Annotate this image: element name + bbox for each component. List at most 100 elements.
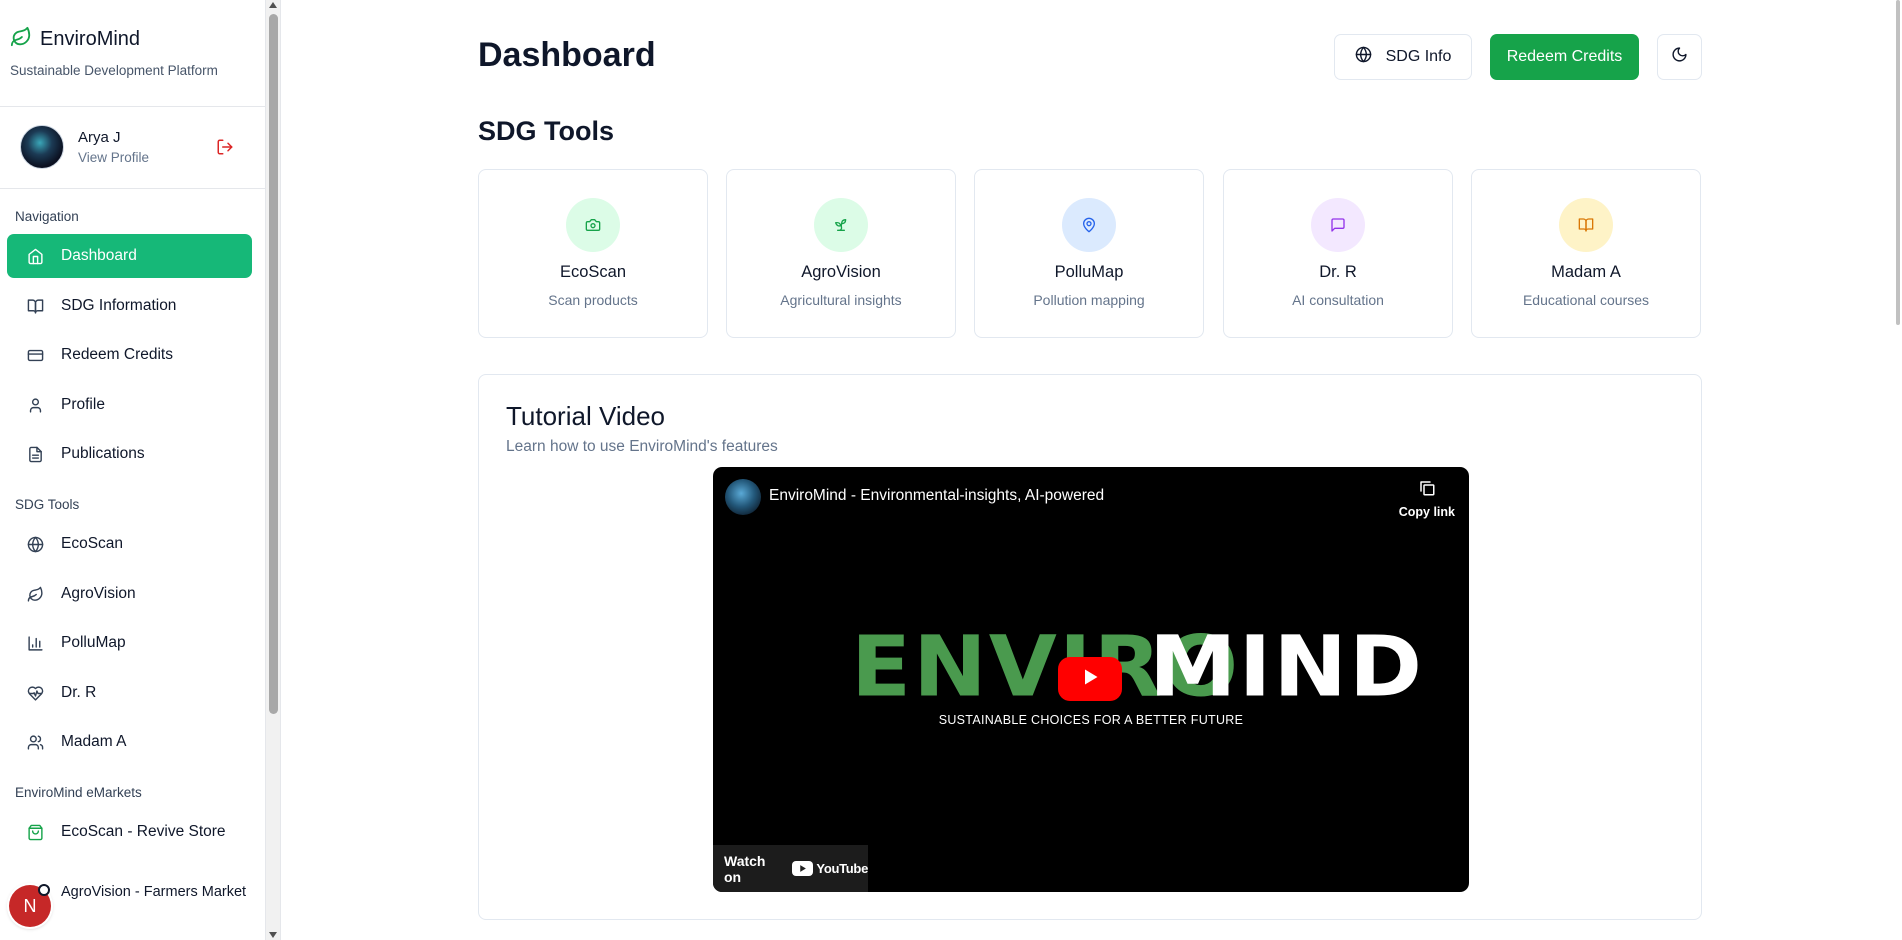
sidebar-item-label: EcoScan - Revive Store bbox=[61, 823, 226, 840]
tool-name: PolluMap bbox=[1054, 263, 1124, 281]
sidebar-item-label: Profile bbox=[61, 396, 105, 413]
tool-card-madam-a[interactable]: Madam A Educational courses bbox=[1471, 169, 1701, 338]
page-title: Dashboard bbox=[478, 36, 656, 74]
users-icon bbox=[26, 733, 44, 751]
youtube-player[interactable]: EnviroMind - Environmental-insights, AI-… bbox=[713, 467, 1469, 892]
app-root: EnviroMind Sustainable Development Platf… bbox=[0, 0, 1902, 940]
camera-icon bbox=[566, 198, 620, 252]
heart-pulse-icon bbox=[26, 684, 44, 702]
user-name: Arya J bbox=[78, 129, 121, 146]
view-profile-link[interactable]: View Profile bbox=[78, 150, 149, 165]
navigation-label: Navigation bbox=[15, 209, 79, 224]
logout-icon[interactable] bbox=[216, 138, 234, 161]
sidebar-item-label: EcoScan bbox=[61, 535, 124, 552]
user-profile[interactable]: Arya J View Profile bbox=[20, 125, 149, 169]
channel-avatar[interactable] bbox=[725, 479, 761, 515]
tool-card-ecoscan[interactable]: EcoScan Scan products bbox=[478, 169, 708, 338]
tool-name: Dr. R bbox=[1319, 263, 1357, 281]
sidebar-scrollbar[interactable] bbox=[266, 0, 281, 940]
play-button[interactable] bbox=[1058, 657, 1122, 701]
player-title[interactable]: EnviroMind - Environmental-insights, AI-… bbox=[769, 487, 1104, 505]
home-icon bbox=[26, 247, 44, 265]
sidebar-item-label: AgroVision bbox=[61, 585, 136, 602]
brand[interactable]: EnviroMind bbox=[10, 26, 140, 53]
sidebar-item-dashboard[interactable]: Dashboard bbox=[7, 234, 252, 278]
sprout-icon bbox=[814, 198, 868, 252]
notification-dot bbox=[38, 884, 50, 896]
sidebar-item-label: Redeem Credits bbox=[61, 346, 173, 363]
tool-card-pollumap[interactable]: PolluMap Pollution mapping bbox=[974, 169, 1204, 338]
sidebar-item-redeem-credits[interactable]: Redeem Credits bbox=[7, 333, 252, 377]
tool-desc: AI consultation bbox=[1292, 292, 1384, 308]
watch-on-youtube-link[interactable]: Watch on YouTube bbox=[713, 845, 868, 892]
scrollbar-thumb[interactable] bbox=[269, 14, 278, 714]
sidebar-item-dr-r[interactable]: Dr. R bbox=[7, 671, 252, 715]
sdg-info-button[interactable]: SDG Info bbox=[1334, 34, 1472, 80]
file-text-icon bbox=[26, 445, 44, 463]
redeem-credits-button[interactable]: Redeem Credits bbox=[1490, 34, 1639, 80]
video-title: Tutorial Video bbox=[506, 401, 665, 431]
play-icon bbox=[1080, 667, 1100, 692]
user-icon bbox=[26, 396, 44, 414]
book-open-icon bbox=[1559, 198, 1613, 252]
youtube-logo-icon: YouTube bbox=[792, 861, 868, 876]
sidebar-item-label: Dashboard bbox=[61, 247, 137, 264]
tool-card-agrovision[interactable]: AgroVision Agricultural insights bbox=[726, 169, 956, 338]
sidebar-item-label: Madam A bbox=[61, 733, 127, 750]
message-square-icon bbox=[1311, 198, 1365, 252]
shopping-bag-icon bbox=[26, 823, 44, 841]
youtube-wordmark: YouTube bbox=[816, 861, 868, 876]
tool-desc: Pollution mapping bbox=[1033, 292, 1145, 308]
sdg-info-label: SDG Info bbox=[1385, 48, 1452, 65]
tool-desc: Scan products bbox=[548, 292, 638, 308]
sidebar-item-label: SDG Information bbox=[61, 297, 177, 314]
fab-letter: N bbox=[23, 895, 37, 916]
tool-desc: Educational courses bbox=[1522, 292, 1650, 308]
sdg-tools-title: SDG Tools bbox=[478, 116, 615, 146]
sidebar-item-ecoscan[interactable]: EcoScan bbox=[7, 522, 252, 566]
leaf-icon bbox=[26, 585, 44, 603]
video-subtitle: Learn how to use EnviroMind's features bbox=[506, 438, 778, 455]
divider bbox=[0, 106, 265, 107]
tool-card-dr-r[interactable]: Dr. R AI consultation bbox=[1223, 169, 1453, 338]
theme-toggle-button[interactable] bbox=[1657, 34, 1702, 80]
sidebar-item-profile[interactable]: Profile bbox=[7, 383, 252, 427]
emarkets-label: EnviroMind eMarkets bbox=[15, 785, 142, 800]
book-icon bbox=[26, 297, 44, 315]
credit-card-icon bbox=[26, 346, 44, 364]
moon-icon bbox=[1671, 46, 1688, 68]
sidebar-item-label: Dr. R bbox=[61, 684, 97, 701]
brand-name: EnviroMind bbox=[40, 28, 141, 50]
sidebar-item-revive-store[interactable]: EcoScan - Revive Store bbox=[7, 810, 252, 854]
video-logo-mind: MIND bbox=[1149, 617, 1425, 716]
scrollbar-thumb[interactable] bbox=[1896, 0, 1900, 325]
redeem-credits-label: Redeem Credits bbox=[1506, 48, 1623, 65]
sidebar-item-madam-a[interactable]: Madam A bbox=[7, 720, 252, 764]
copy-icon bbox=[1418, 481, 1436, 501]
tool-name: AgroVision bbox=[801, 263, 881, 281]
tool-desc: Agricultural insights bbox=[780, 292, 902, 308]
tool-name: Madam A bbox=[1551, 263, 1621, 281]
avatar bbox=[20, 125, 64, 169]
sidebar: EnviroMind Sustainable Development Platf… bbox=[0, 0, 266, 940]
sdg-tools-label: SDG Tools bbox=[15, 497, 80, 512]
sidebar-item-label: Publications bbox=[61, 445, 145, 462]
globe-icon bbox=[1355, 46, 1372, 68]
map-pin-icon bbox=[1062, 198, 1116, 252]
scroll-up-arrow-icon[interactable] bbox=[269, 2, 277, 8]
copy-link-label: Copy link bbox=[1398, 505, 1455, 519]
leaf-icon bbox=[10, 26, 32, 53]
brand-subtitle: Sustainable Development Platform bbox=[10, 63, 218, 78]
copy-link-button[interactable]: Copy link bbox=[1399, 479, 1455, 519]
scroll-down-arrow-icon[interactable] bbox=[269, 932, 277, 938]
sidebar-item-agrovision[interactable]: AgroVision bbox=[7, 572, 252, 616]
video-tagline: SUSTAINABLE CHOICES FOR A BETTER FUTURE bbox=[938, 713, 1244, 727]
tutorial-video-card: Tutorial Video Learn how to use EnviroMi… bbox=[478, 374, 1702, 920]
globe-icon bbox=[26, 535, 44, 553]
sidebar-item-sdg-information[interactable]: SDG Information bbox=[7, 284, 252, 328]
watch-on-label: Watch on bbox=[724, 852, 766, 885]
main-scrollbar[interactable] bbox=[1895, 0, 1902, 940]
sidebar-item-pollumap[interactable]: PolluMap bbox=[7, 621, 252, 665]
sidebar-item-publications[interactable]: Publications bbox=[7, 432, 252, 476]
sidebar-item-label: AgroVision - Farmers Market bbox=[61, 884, 247, 900]
